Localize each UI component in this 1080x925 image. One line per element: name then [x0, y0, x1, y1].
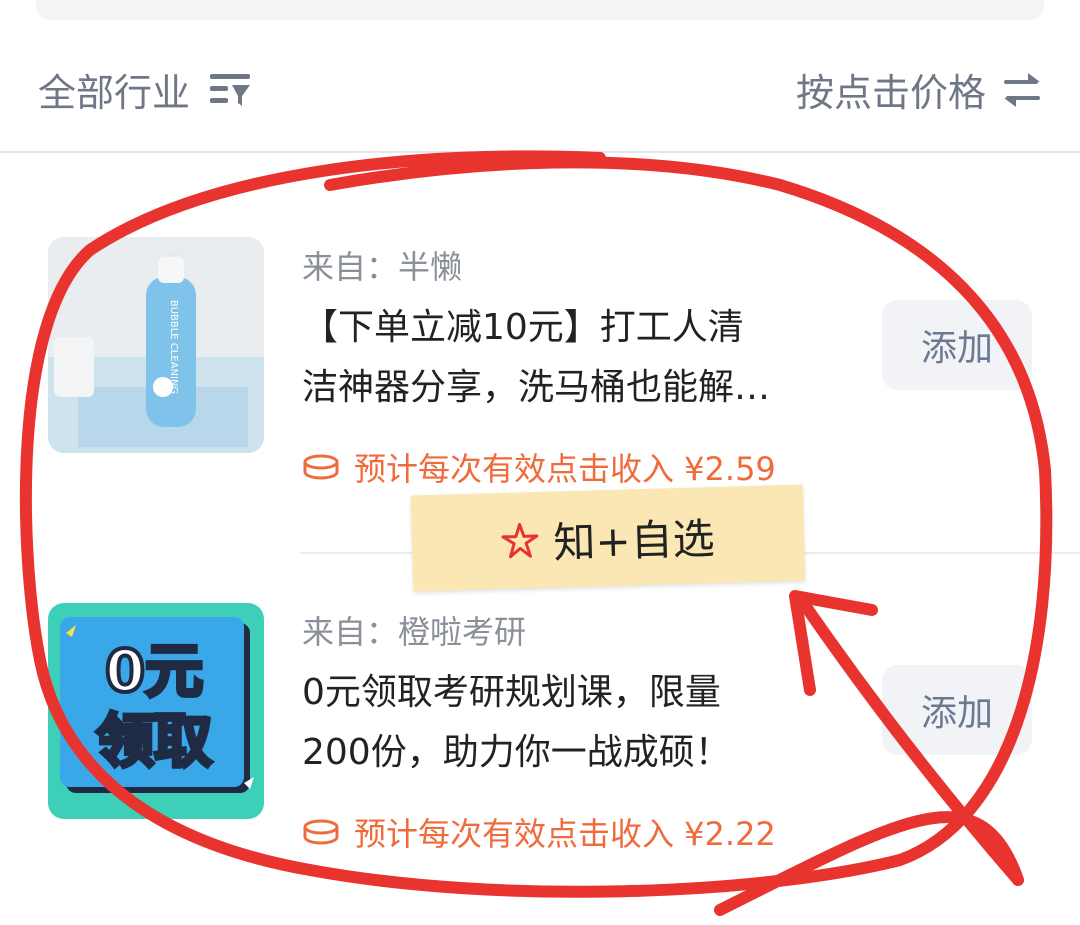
product-thumbnail[interactable]: BUBBLE CLEANING — [48, 237, 264, 453]
svg-text:0元: 0元 — [105, 637, 203, 705]
item-title-line: 200份，助力你一战成硕！ — [302, 732, 731, 773]
free-course-image: 0元 领取 — [48, 603, 264, 819]
filter-divider — [0, 151, 1080, 153]
estimated-earnings: 预计每次有效点击收入 ¥2.59 — [302, 444, 776, 490]
earnings-text: 预计每次有效点击收入 ¥2.59 — [354, 450, 776, 488]
item-source: 来自：半懒 — [302, 248, 463, 286]
industry-filter-label: 全部行业 — [38, 71, 191, 115]
star-icon — [501, 522, 539, 559]
course-thumbnail[interactable]: 0元 领取 — [48, 603, 264, 819]
list-item[interactable]: 0元 领取 来自：橙啦考研 0元领取考研规划课，限量 200份，助力你一战成硕！… — [0, 585, 1080, 925]
note-sticker: 知+自选 — [410, 484, 806, 592]
estimated-earnings: 预计每次有效点击收入 ¥2.22 — [302, 809, 776, 855]
sort-by-price-button[interactable]: 按点击价格 — [796, 62, 1042, 117]
search-bar-remnant[interactable] — [36, 0, 1044, 20]
item-title[interactable]: 【下单立减10元】打工人清 洁神器分享，洗马桶也能解… — [302, 298, 842, 418]
item-source: 来自：橙啦考研 — [302, 613, 527, 651]
swap-arrows-icon — [1004, 72, 1040, 107]
earnings-text: 预计每次有效点击收入 ¥2.22 — [354, 815, 776, 853]
add-button[interactable]: 添加 — [882, 300, 1032, 390]
item-title-line: 【下单立减10元】打工人清 — [302, 307, 744, 348]
sort-label: 按点击价格 — [795, 71, 986, 115]
filter-bar: 全部行业 按点击价格 — [0, 50, 1080, 126]
item-title-line: 0元领取考研规划课，限量 — [302, 672, 721, 713]
item-title[interactable]: 0元领取考研规划课，限量 200份，助力你一战成硕！ — [302, 663, 842, 783]
sticker-text: 知+自选 — [552, 513, 716, 568]
item-title-line: 洁神器分享，洗马桶也能解… — [302, 367, 771, 408]
coin-stack-icon — [303, 819, 339, 845]
coin-stack-icon — [303, 454, 339, 480]
filter-icon — [210, 73, 251, 106]
add-button[interactable]: 添加 — [882, 665, 1032, 755]
svg-text:领取: 领取 — [96, 707, 212, 775]
cleaning-spray-image: BUBBLE CLEANING — [48, 237, 264, 453]
industry-filter-button[interactable]: 全部行业 — [38, 62, 252, 117]
